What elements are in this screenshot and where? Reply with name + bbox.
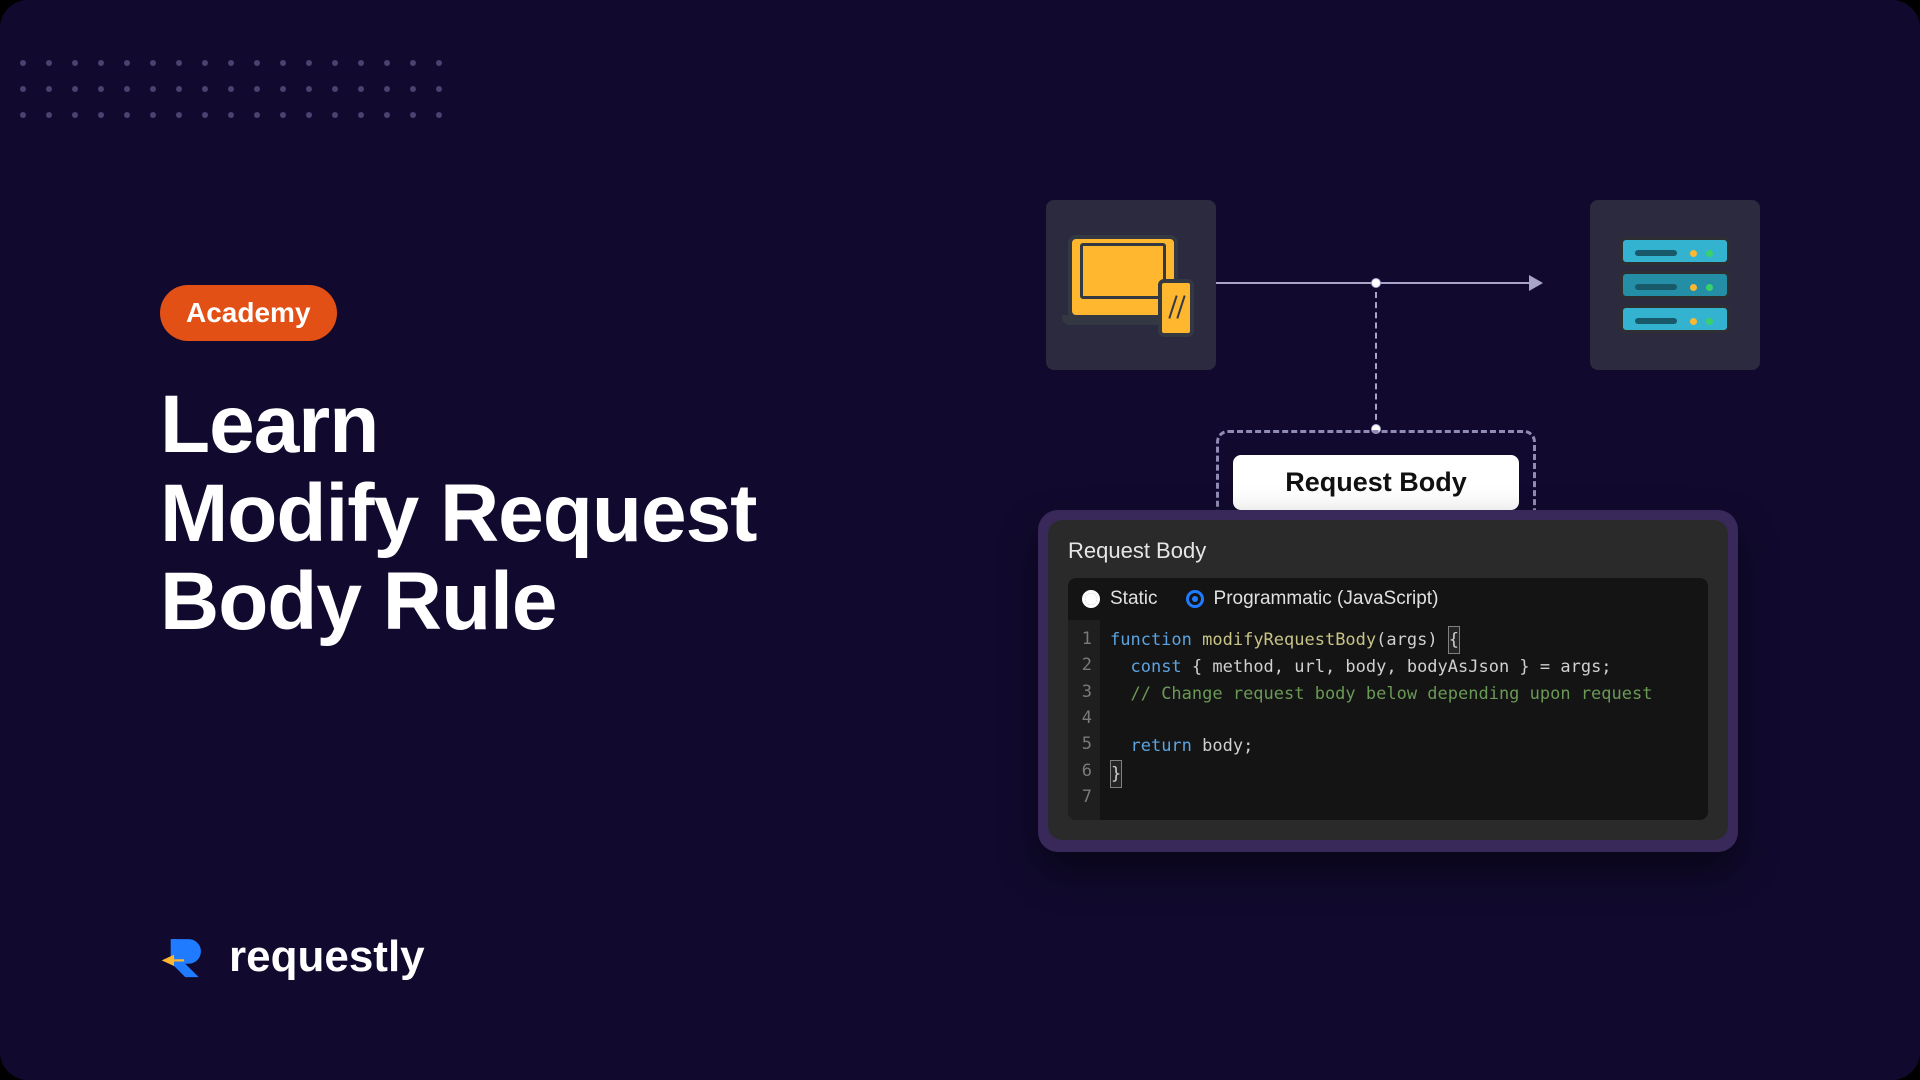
server-icon (1620, 237, 1730, 333)
brand-name: requestly (229, 932, 425, 982)
page-title: Learn Modify Request Body Rule (160, 381, 930, 647)
decorative-dots (20, 60, 442, 138)
radio-icon (1082, 590, 1100, 608)
static-radio-label: Static (1110, 588, 1158, 610)
title-line: Body Rule (160, 558, 930, 647)
request-body-label: Request Body (1233, 455, 1519, 510)
body-mode-tabs: Static Programmatic (JavaScript) (1068, 578, 1708, 620)
flow-diagram: Request Body Request Body Static Program… (1040, 200, 1740, 900)
code-content: function modifyRequestBody(args) { const… (1100, 620, 1708, 820)
editor-panel-container: Request Body Static Programmatic (JavaSc… (1038, 510, 1738, 852)
request-body-panel: Request Body Static Programmatic (JavaSc… (1048, 520, 1728, 840)
title-line: Modify Request (160, 470, 930, 559)
intercept-point (1371, 278, 1381, 288)
radio-icon (1186, 590, 1204, 608)
code-editor[interactable]: 1 2 3 4 5 6 7 function modifyRequestBody… (1068, 620, 1708, 820)
line-gutter: 1 2 3 4 5 6 7 (1068, 620, 1100, 820)
client-node (1046, 200, 1216, 370)
programmatic-radio-label: Programmatic (JavaScript) (1214, 588, 1439, 610)
intercept-line (1375, 292, 1377, 430)
server-node (1590, 200, 1760, 370)
slide-frame: Academy Learn Modify Request Body Rule r… (0, 0, 1920, 1080)
panel-title: Request Body (1068, 538, 1708, 564)
academy-badge: Academy (160, 285, 337, 341)
devices-icon (1068, 235, 1194, 335)
title-line: Learn (160, 381, 930, 470)
requestly-logo-icon (155, 929, 211, 985)
programmatic-radio[interactable]: Programmatic (JavaScript) (1186, 588, 1439, 610)
brand-logo: requestly (155, 929, 425, 985)
static-radio[interactable]: Static (1082, 588, 1158, 610)
